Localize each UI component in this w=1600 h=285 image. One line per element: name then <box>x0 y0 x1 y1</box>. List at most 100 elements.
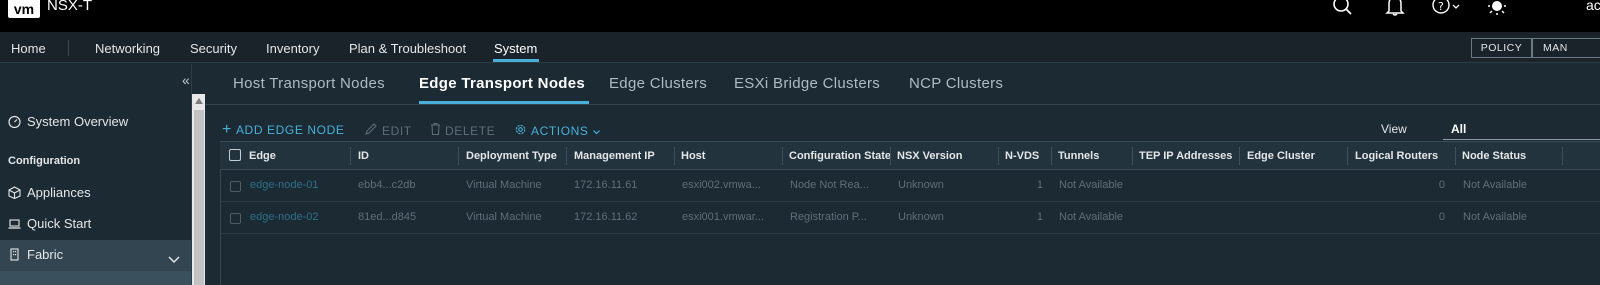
column-divider[interactable] <box>1239 147 1240 165</box>
select-all-checkbox[interactable] <box>229 149 241 161</box>
nav-home[interactable]: Home <box>11 41 46 56</box>
cell-management-ip: 172.16.11.62 <box>574 211 638 223</box>
row-divider <box>221 201 1600 202</box>
sidebar-item-quick-start[interactable]: Quick Start <box>8 216 91 231</box>
sidebar-item-appliances[interactable]: Appliances <box>8 185 91 200</box>
app-title: NSX-T <box>47 0 92 14</box>
column-divider[interactable] <box>1132 147 1133 165</box>
cell-node-status: Not Available <box>1463 211 1528 223</box>
column-header-logical-routers[interactable]: Logical Routers <box>1355 150 1455 162</box>
column-header-edge-cluster[interactable]: Edge Cluster <box>1247 150 1347 162</box>
column-header-nsx-version[interactable]: NSX Version <box>897 150 997 162</box>
sun-icon[interactable] <box>1486 0 1508 16</box>
column-divider[interactable] <box>350 147 351 165</box>
scrollbar-thumb[interactable] <box>194 110 204 285</box>
delete-button[interactable]: DELETE <box>430 122 496 138</box>
view-filter-select[interactable] <box>1443 118 1600 140</box>
cell-configuration-state[interactable]: Registration P... <box>790 211 890 223</box>
edit-button[interactable]: EDIT <box>365 123 412 138</box>
actions-menu-button[interactable]: ACTIONS <box>514 123 600 139</box>
sidebar-item-label: Fabric <box>27 247 64 262</box>
top-header: vm NSX-T ? ac <box>0 0 1600 32</box>
sidebar: « System Overview Configuration Applianc… <box>0 64 192 285</box>
cell-deployment-type: Virtual Machine <box>466 211 542 223</box>
tabs-divider <box>206 104 1600 105</box>
cell-node-status: Not Available <box>1463 179 1528 191</box>
sidebar-section-configuration: Configuration <box>8 155 81 167</box>
column-header-configuration-state[interactable]: Configuration State <box>789 150 890 162</box>
column-divider[interactable] <box>458 147 459 165</box>
vmware-logo: vm <box>8 0 40 18</box>
sidebar-subitem-selected[interactable] <box>0 271 191 285</box>
tab-esxi-bridge-clusters[interactable]: ESXi Bridge Clusters <box>734 75 880 92</box>
column-divider[interactable] <box>674 147 675 165</box>
view-filter-value: All <box>1451 122 1467 136</box>
column-header-node-status[interactable]: Node Status <box>1462 150 1562 162</box>
policy-mode-button[interactable]: POLICY <box>1471 38 1532 58</box>
edge-name-link[interactable]: edge-node-02 <box>250 211 345 223</box>
bell-icon[interactable] <box>1384 0 1406 16</box>
column-header-id[interactable]: ID <box>358 150 453 162</box>
column-header-management-ip[interactable]: Management IP <box>574 150 674 162</box>
nav-system[interactable]: System <box>494 41 537 56</box>
cell-logical-routers: 0 <box>1438 179 1445 191</box>
pencil-icon <box>365 123 378 138</box>
sidebar-item-label: Appliances <box>27 185 91 200</box>
user-menu[interactable]: ac <box>1586 0 1600 13</box>
building-icon <box>8 248 21 261</box>
cell-configuration-state[interactable]: Node Not Rea... <box>790 179 890 191</box>
edit-label: EDIT <box>382 123 412 138</box>
nav-plan-troubleshoot[interactable]: Plan & Troubleshoot <box>349 41 466 56</box>
column-divider[interactable] <box>890 147 891 165</box>
tab-edge-clusters[interactable]: Edge Clusters <box>609 75 707 92</box>
sidebar-item-system-overview[interactable]: System Overview <box>8 114 128 129</box>
actions-label: ACTIONS <box>531 124 589 138</box>
tab-active-indicator <box>419 101 589 104</box>
column-divider[interactable] <box>566 147 567 165</box>
column-divider[interactable] <box>1051 147 1052 165</box>
column-header-deployment-type[interactable]: Deployment Type <box>466 150 566 162</box>
delete-label: DELETE <box>445 123 496 138</box>
cell-n-vds: 1 <box>1036 179 1043 191</box>
cell-deployment-type: Virtual Machine <box>466 179 542 191</box>
column-divider[interactable] <box>782 147 783 165</box>
main-nav: Home Networking Security Inventory Plan … <box>0 32 1600 63</box>
column-header-tunnels[interactable]: Tunnels <box>1058 150 1133 162</box>
edge-name-link[interactable]: edge-node-01 <box>250 179 345 191</box>
tab-ncp-clusters[interactable]: NCP Clusters <box>909 75 1003 92</box>
gear-icon <box>514 123 527 139</box>
cell-tunnels: Not Available <box>1059 179 1124 191</box>
scroll-up-arrow-icon[interactable] <box>195 98 203 104</box>
cell-id: 81ed...d845 <box>358 211 417 223</box>
nav-inventory[interactable]: Inventory <box>266 41 319 56</box>
column-header-host[interactable]: Host <box>681 150 776 162</box>
row-checkbox[interactable] <box>230 213 241 224</box>
add-edge-node-button[interactable]: + ADD EDGE NODE <box>222 121 345 138</box>
cell-id: ebb4...c2db <box>358 179 416 191</box>
sidebar-item-fabric[interactable]: Fabric <box>8 247 63 262</box>
column-header-tep-ip-addresses[interactable]: TEP IP Addresses <box>1139 150 1239 162</box>
nav-networking[interactable]: Networking <box>95 41 160 56</box>
overview-icon <box>8 115 21 128</box>
column-divider[interactable] <box>998 147 999 165</box>
column-header-edge[interactable]: Edge <box>249 150 344 162</box>
collapse-sidebar-icon[interactable]: « <box>182 72 190 88</box>
row-checkbox[interactable] <box>230 181 241 192</box>
cell-host: esxi001.vmwar... <box>682 211 764 223</box>
search-icon[interactable] <box>1332 0 1354 16</box>
add-edge-node-label: ADD EDGE NODE <box>235 123 345 137</box>
help-icon[interactable]: ? <box>1430 0 1464 16</box>
tab-host-transport-nodes[interactable]: Host Transport Nodes <box>233 75 385 92</box>
trash-icon <box>430 122 441 138</box>
nav-security[interactable]: Security <box>190 41 237 56</box>
manager-mode-button[interactable]: MAN <box>1532 38 1600 58</box>
column-divider[interactable] <box>1562 147 1563 165</box>
column-divider[interactable] <box>1347 147 1348 165</box>
column-header-n-vds[interactable]: N-VDS <box>1005 150 1050 162</box>
chevron-down-icon[interactable] <box>168 251 180 269</box>
tab-edge-transport-nodes[interactable]: Edge Transport Nodes <box>419 75 585 92</box>
column-divider[interactable] <box>1455 147 1456 165</box>
plus-icon: + <box>222 121 232 138</box>
cell-n-vds: 1 <box>1036 211 1043 223</box>
cell-logical-routers: 0 <box>1438 211 1445 223</box>
